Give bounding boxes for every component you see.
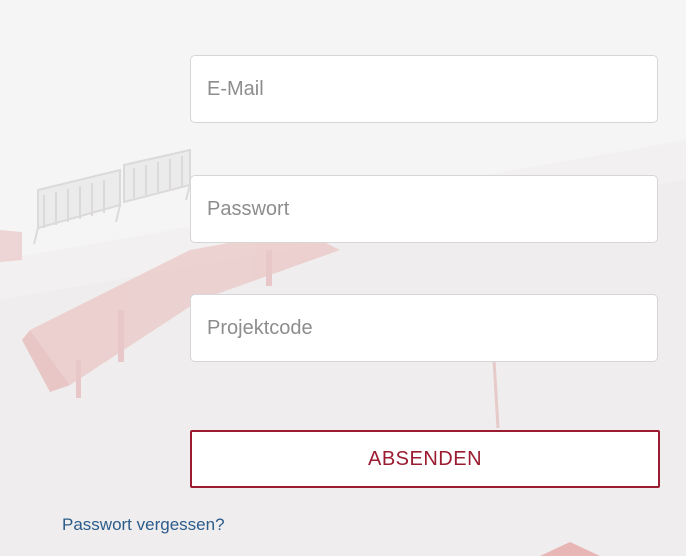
- project-code-field[interactable]: [190, 294, 658, 362]
- password-field[interactable]: [190, 175, 658, 243]
- submit-button[interactable]: ABSENDEN: [190, 430, 660, 488]
- forgot-password-link[interactable]: Passwort vergessen?: [62, 515, 225, 535]
- login-form: ABSENDEN Passwort vergessen?: [0, 0, 686, 556]
- email-field[interactable]: [190, 55, 658, 123]
